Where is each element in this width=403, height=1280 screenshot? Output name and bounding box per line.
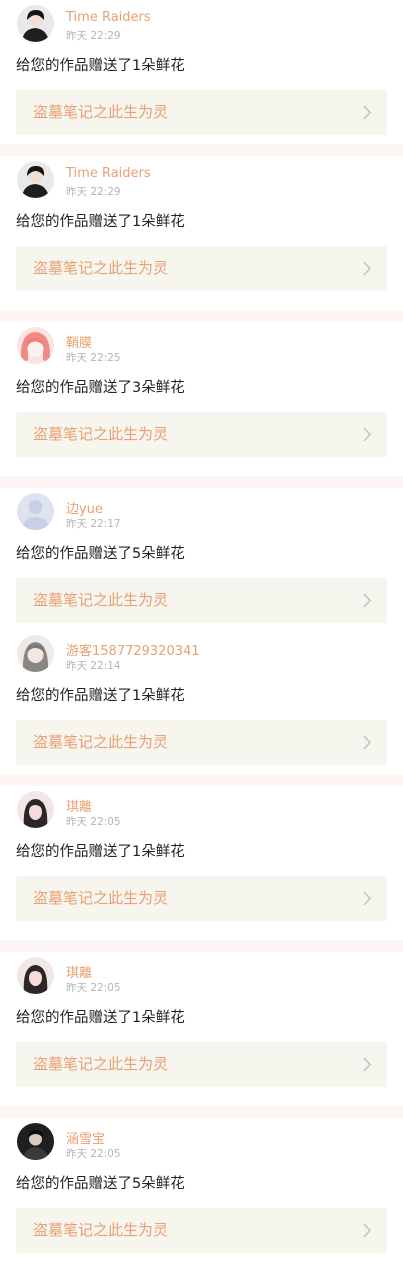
notification-card: 游客1587729320341 昨天 22:14 给您的作品赠送了1朵鲜花 盗墓… xyxy=(0,630,403,774)
notification-header: 边yue 昨天 22:17 xyxy=(16,488,387,540)
work-title: 盗墓笔记之此生为灵 xyxy=(33,103,169,121)
work-link[interactable]: 盗墓笔记之此生为灵 xyxy=(16,412,387,457)
gift-message: 给您的作品赠送了1朵鲜花 xyxy=(16,1010,185,1026)
chevron-right-icon xyxy=(363,891,372,906)
work-link[interactable]: 盗墓笔记之此生为灵 xyxy=(16,1208,387,1253)
card-divider xyxy=(0,774,403,786)
avatar-default-icon xyxy=(17,493,54,530)
notification-header: 游客1587729320341 昨天 22:14 xyxy=(16,630,387,682)
notification-header: 鞘膜 昨天 22:25 xyxy=(16,322,387,374)
timestamp: 昨天 22:25 xyxy=(66,352,121,364)
timestamp: 昨天 22:17 xyxy=(66,518,121,530)
notification-feed: Time Raiders 昨天 22:29 给您的作品赠送了1朵鲜花 盗墓笔记之… xyxy=(0,0,403,1272)
notification-header: Time Raiders 昨天 22:29 xyxy=(16,0,387,52)
timestamp: 昨天 22:14 xyxy=(66,660,121,672)
avatar[interactable] xyxy=(17,635,54,672)
avatar-pink-hair-icon xyxy=(17,327,54,364)
notification-card: 琪離 昨天 22:05 给您的作品赠送了1朵鲜花 盗墓笔记之此生为灵 xyxy=(0,786,403,940)
user-name[interactable]: 边yue xyxy=(66,498,103,517)
avatar[interactable] xyxy=(17,161,54,198)
chevron-right-icon xyxy=(363,735,372,750)
timestamp: 昨天 22:05 xyxy=(66,1148,121,1160)
work-link[interactable]: 盗墓笔记之此生为灵 xyxy=(16,90,387,135)
notification-header: 琪離 昨天 22:05 xyxy=(16,952,387,1004)
notification-card: 琪離 昨天 22:05 给您的作品赠送了1朵鲜花 盗墓笔记之此生为灵 xyxy=(0,952,403,1106)
card-divider xyxy=(0,1106,403,1118)
notification-card: Time Raiders 昨天 22:29 给您的作品赠送了1朵鲜花 盗墓笔记之… xyxy=(0,0,403,144)
work-title: 盗墓笔记之此生为灵 xyxy=(33,1055,169,1073)
work-link[interactable]: 盗墓笔记之此生为灵 xyxy=(16,1042,387,1087)
notification-header: 琪離 昨天 22:05 xyxy=(16,786,387,838)
avatar[interactable] xyxy=(17,327,54,364)
timestamp: 昨天 22:05 xyxy=(66,816,121,828)
chevron-right-icon xyxy=(363,261,372,276)
user-name[interactable]: 涵雪宝 xyxy=(66,1128,105,1147)
timestamp: 昨天 22:05 xyxy=(66,982,121,994)
work-title: 盗墓笔记之此生为灵 xyxy=(33,591,169,609)
avatar-dark-hair-icon xyxy=(17,957,54,994)
avatar[interactable] xyxy=(17,791,54,828)
work-title: 盗墓笔记之此生为灵 xyxy=(33,259,169,277)
work-title: 盗墓笔记之此生为灵 xyxy=(33,425,169,443)
gift-message: 给您的作品赠送了1朵鲜花 xyxy=(16,844,185,860)
chevron-right-icon xyxy=(363,593,372,608)
user-name[interactable]: 鞘膜 xyxy=(66,332,92,351)
avatar[interactable] xyxy=(17,493,54,530)
gift-message: 给您的作品赠送了1朵鲜花 xyxy=(16,688,185,704)
work-title: 盗墓笔记之此生为灵 xyxy=(33,1221,169,1239)
notification-card: 边yue 昨天 22:17 给您的作品赠送了5朵鲜花 盗墓笔记之此生为灵 xyxy=(0,488,403,630)
timestamp: 昨天 22:29 xyxy=(66,186,121,198)
card-divider xyxy=(0,144,403,156)
notification-card: Time Raiders 昨天 22:29 给您的作品赠送了1朵鲜花 盗墓笔记之… xyxy=(0,156,403,310)
work-link[interactable]: 盗墓笔记之此生为灵 xyxy=(16,578,387,623)
user-name[interactable]: Time Raiders xyxy=(66,166,151,181)
work-link[interactable]: 盗墓笔记之此生为灵 xyxy=(16,876,387,921)
chevron-right-icon xyxy=(363,1057,372,1072)
chevron-right-icon xyxy=(363,427,372,442)
user-name[interactable]: 琪離 xyxy=(66,962,92,981)
work-link[interactable]: 盗墓笔记之此生为灵 xyxy=(16,720,387,765)
avatar-dark-figure-icon xyxy=(17,161,54,198)
gift-message: 给您的作品赠送了1朵鲜花 xyxy=(16,214,185,230)
avatar[interactable] xyxy=(17,1123,54,1160)
gift-message: 给您的作品赠送了1朵鲜花 xyxy=(16,58,185,74)
chevron-right-icon xyxy=(363,105,372,120)
work-title: 盗墓笔记之此生为灵 xyxy=(33,733,169,751)
timestamp: 昨天 22:29 xyxy=(66,30,121,42)
avatar-dark-hair-icon xyxy=(17,791,54,828)
card-divider xyxy=(0,476,403,488)
user-name[interactable]: 游客1587729320341 xyxy=(66,640,200,659)
avatar-anime-girl-icon xyxy=(17,635,54,672)
notification-card: 涵雪宝 昨天 22:05 给您的作品赠送了5朵鲜花 盗墓笔记之此生为灵 xyxy=(0,1118,403,1272)
gift-message: 给您的作品赠送了5朵鲜花 xyxy=(16,1176,185,1192)
card-divider xyxy=(0,310,403,322)
chevron-right-icon xyxy=(363,1223,372,1238)
avatar-dark-figure-icon xyxy=(17,5,54,42)
user-name[interactable]: Time Raiders xyxy=(66,10,151,25)
notification-header: Time Raiders 昨天 22:29 xyxy=(16,156,387,208)
work-title: 盗墓笔记之此生为灵 xyxy=(33,889,169,907)
user-name[interactable]: 琪離 xyxy=(66,796,92,815)
notification-card: 鞘膜 昨天 22:25 给您的作品赠送了3朵鲜花 盗墓笔记之此生为灵 xyxy=(0,322,403,476)
avatar[interactable] xyxy=(17,5,54,42)
notification-header: 涵雪宝 昨天 22:05 xyxy=(16,1118,387,1170)
work-link[interactable]: 盗墓笔记之此生为灵 xyxy=(16,246,387,291)
card-divider xyxy=(0,940,403,952)
avatar[interactable] xyxy=(17,957,54,994)
avatar-dark-figure-icon xyxy=(17,1123,54,1160)
gift-message: 给您的作品赠送了5朵鲜花 xyxy=(16,546,185,562)
gift-message: 给您的作品赠送了3朵鲜花 xyxy=(16,380,185,396)
